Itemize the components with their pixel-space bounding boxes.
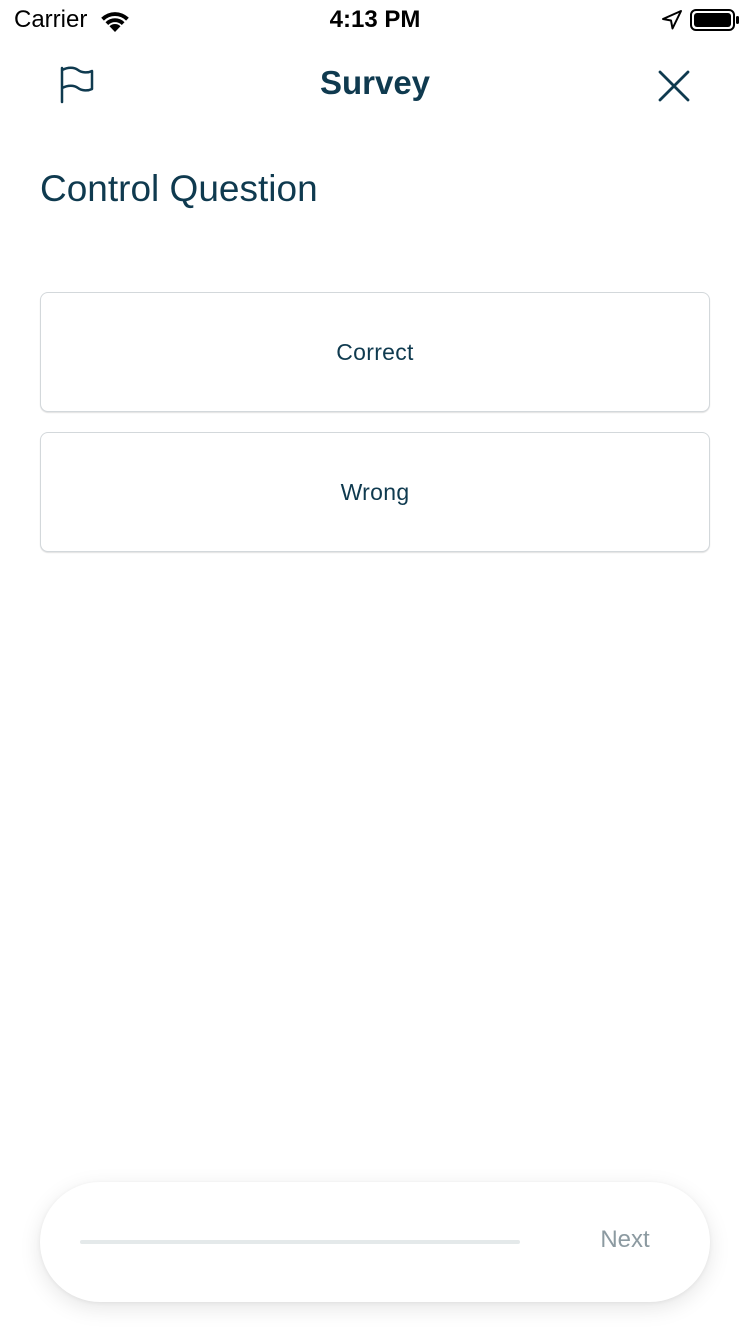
question-title: Control Question	[40, 168, 318, 209]
location-arrow-icon	[662, 10, 682, 30]
close-icon	[658, 70, 690, 102]
answer-option-correct[interactable]: Correct	[40, 292, 710, 412]
answer-option-label: Wrong	[340, 478, 410, 505]
answer-option-label: Correct	[336, 338, 414, 365]
navigation-bar: Survey	[0, 50, 750, 120]
bottom-bar: Next	[40, 1182, 710, 1302]
next-button[interactable]: Next	[580, 1226, 670, 1260]
status-bar: Carrier 4:13 PM	[0, 0, 750, 40]
battery-icon	[690, 9, 739, 31]
clock: 4:13 PM	[329, 6, 421, 33]
progress-bar	[80, 1240, 520, 1244]
close-button[interactable]	[652, 64, 696, 108]
answer-option-wrong[interactable]: Wrong	[40, 432, 710, 552]
page-title: Survey	[319, 64, 431, 101]
